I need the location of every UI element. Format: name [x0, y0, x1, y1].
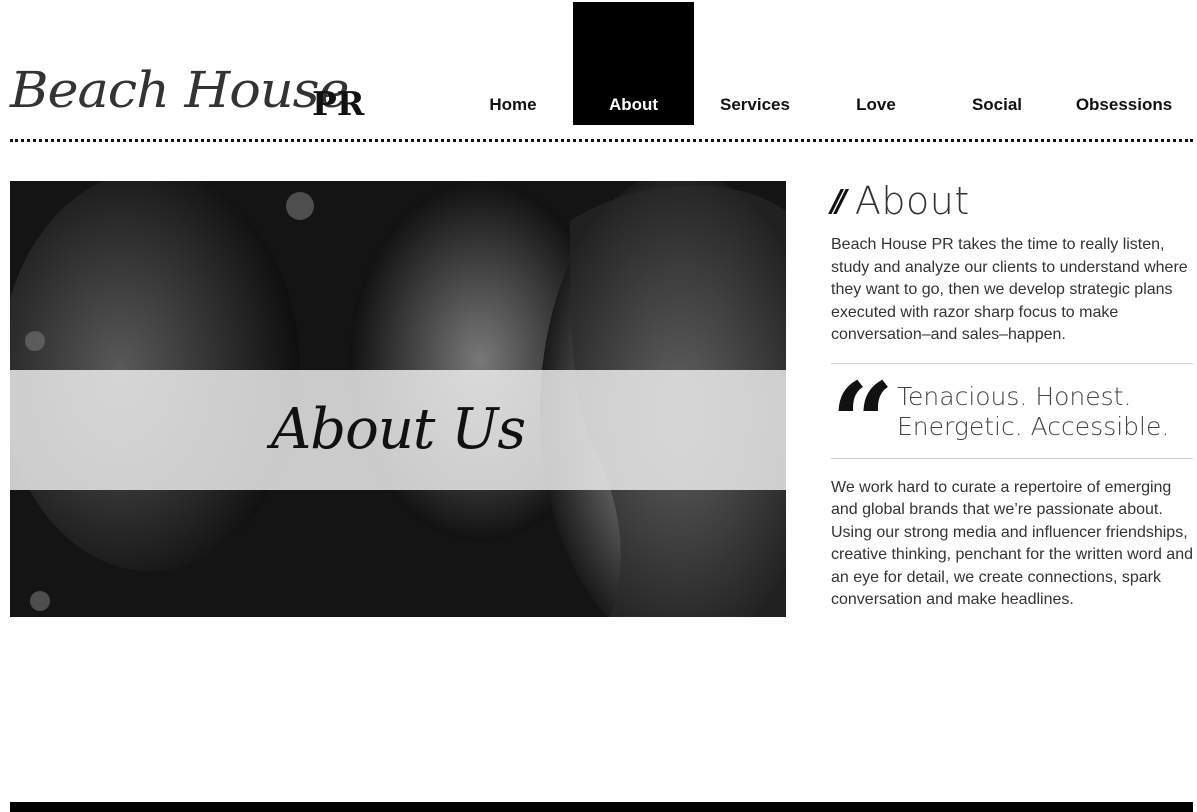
hero-title: About Us — [270, 397, 526, 462]
about-paragraph-2: We work hard to curate a repertoire of e… — [831, 478, 1193, 609]
brand-suffix: PR — [312, 84, 365, 123]
brand-script-name: Beach House — [10, 61, 350, 119]
quote-line-1: Tenacious. Honest. — [897, 381, 1132, 411]
about-sidebar: // About Beach House PR takes the time t… — [831, 178, 1193, 612]
about-paragraph-1: Beach House PR takes the time to really … — [831, 236, 1188, 343]
quote-line-2: Energetic. Accessible. — [897, 411, 1170, 441]
values-quote: “ Tenacious. Honest. Energetic. Accessib… — [831, 364, 1193, 477]
nav-services[interactable]: Services — [694, 2, 816, 125]
footer-bar — [10, 802, 1193, 812]
double-slash-icon: // — [831, 183, 847, 219]
quote-icon: “ — [831, 357, 895, 487]
header-divider — [10, 139, 1193, 142]
nav-love[interactable]: Love — [816, 2, 936, 125]
brand-logo[interactable]: Beach House PR — [10, 40, 390, 130]
nav-about[interactable]: About — [573, 2, 694, 125]
nav-social[interactable]: Social — [936, 2, 1058, 125]
hero-image: About Us — [10, 181, 786, 617]
about-title: About — [854, 179, 970, 223]
nav-home[interactable]: Home — [453, 2, 573, 125]
about-heading: // About — [831, 178, 1193, 224]
nav-obsessions[interactable]: Obsessions — [1058, 2, 1190, 125]
